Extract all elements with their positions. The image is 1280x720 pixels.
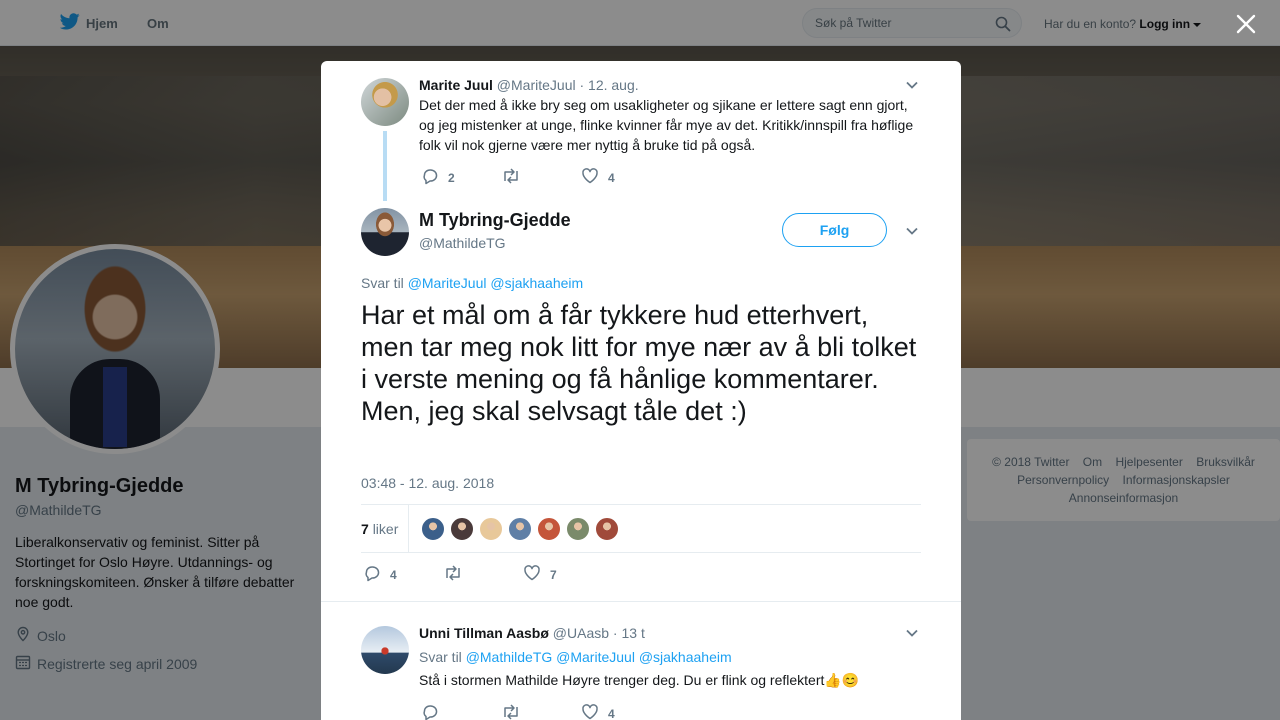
reply-handles[interactable]: @MathildeTG @MariteJuul @sjakhaaheim bbox=[466, 649, 732, 665]
reply-prefix: Svar til bbox=[419, 649, 462, 665]
reply-handles[interactable]: @MariteJuul @sjakhaaheim bbox=[408, 275, 584, 291]
likers-avatars bbox=[421, 517, 619, 541]
main-tweet-handle[interactable]: @MathildeTG bbox=[419, 235, 506, 251]
like-count: 7 bbox=[550, 567, 557, 582]
main-tweet-text: Har et mål om å får tykkere hud etterhve… bbox=[361, 300, 917, 426]
retweet-icon bbox=[501, 167, 521, 188]
chevron-down-icon[interactable] bbox=[905, 78, 919, 92]
retweet-button[interactable] bbox=[501, 167, 581, 188]
main-tweet-timestamp[interactable]: 03:48 - 12. aug. 2018 bbox=[361, 475, 494, 491]
main-tweet-reply-context: Svar til @MariteJuul @sjakhaaheim bbox=[361, 275, 583, 291]
liker-avatar[interactable] bbox=[566, 517, 590, 541]
liker-avatar[interactable] bbox=[595, 517, 619, 541]
liker-avatar[interactable] bbox=[450, 517, 474, 541]
follow-button[interactable]: Følg bbox=[782, 213, 887, 247]
liker-avatar[interactable] bbox=[479, 517, 503, 541]
reply-button[interactable] bbox=[421, 703, 501, 720]
retweet-icon bbox=[443, 564, 463, 585]
reply-tweet-age[interactable]: 13 t bbox=[621, 625, 644, 641]
likes-word: liker bbox=[372, 521, 399, 537]
reply-button[interactable]: 4 bbox=[363, 564, 443, 585]
liker-avatar[interactable] bbox=[421, 517, 445, 541]
parent-tweet-actions: 2 4 bbox=[421, 167, 615, 188]
avatar[interactable] bbox=[361, 78, 409, 126]
heart-icon bbox=[581, 167, 599, 188]
parent-tweet-date[interactable]: 12. aug. bbox=[588, 77, 639, 93]
like-button[interactable]: 4 bbox=[581, 703, 615, 720]
retweet-icon bbox=[501, 703, 521, 720]
parent-tweet-handle[interactable]: @MariteJuul bbox=[497, 77, 576, 93]
liker-avatar[interactable] bbox=[537, 517, 561, 541]
chevron-down-icon[interactable] bbox=[905, 224, 919, 238]
parent-tweet-author[interactable]: Marite Juul bbox=[419, 77, 493, 93]
reply-tweet-author[interactable]: Unni Tillman Aasbø bbox=[419, 625, 549, 641]
likes-summary: 7 liker bbox=[361, 504, 921, 553]
like-button[interactable]: 7 bbox=[523, 564, 557, 585]
retweet-button[interactable] bbox=[443, 564, 523, 585]
avatar[interactable] bbox=[361, 626, 409, 674]
reply-button[interactable]: 2 bbox=[421, 167, 501, 188]
main-tweet-author[interactable]: M Tybring-Gjedde bbox=[419, 210, 571, 231]
reply-count: 2 bbox=[448, 170, 455, 185]
reply-icon bbox=[421, 167, 439, 188]
reply-tweet-handle[interactable]: @UAasb bbox=[553, 625, 609, 641]
liker-avatar[interactable] bbox=[508, 517, 532, 541]
reply-tweet-text: Stå i stormen Mathilde Høyre trenger deg… bbox=[419, 672, 860, 688]
heart-icon bbox=[523, 564, 541, 585]
reply-tweet-reply-context: Svar til @MathildeTG @MariteJuul @sjakha… bbox=[419, 649, 732, 665]
reply-prefix: Svar til bbox=[361, 275, 404, 291]
heart-icon bbox=[581, 703, 599, 720]
thread-connector bbox=[383, 131, 387, 201]
likes-number: 7 bbox=[361, 521, 369, 537]
reply-icon bbox=[363, 564, 381, 585]
tweet-modal: Marite Juul @MariteJuul · 12. aug. Det d… bbox=[321, 61, 961, 720]
reply-icon bbox=[421, 703, 439, 720]
retweet-button[interactable] bbox=[501, 703, 581, 720]
parent-tweet-text: Det der med å ikke bry seg om usaklighet… bbox=[419, 97, 914, 153]
avatar[interactable] bbox=[361, 208, 409, 256]
reply-tweet-header: Unni Tillman Aasbø @UAasb · 13 t bbox=[419, 625, 645, 641]
like-button[interactable]: 4 bbox=[581, 167, 615, 188]
like-count: 4 bbox=[608, 706, 615, 720]
parent-tweet-header: Marite Juul @MariteJuul · 12. aug. bbox=[419, 77, 639, 93]
main-tweet-actions: 4 7 bbox=[363, 564, 557, 585]
close-icon[interactable] bbox=[1235, 13, 1257, 35]
reply-tweet-actions: 4 bbox=[421, 703, 615, 720]
like-count: 4 bbox=[608, 170, 615, 185]
reply-count: 4 bbox=[390, 567, 397, 582]
likes-count[interactable]: 7 liker bbox=[361, 521, 398, 537]
chevron-down-icon[interactable] bbox=[905, 626, 919, 640]
